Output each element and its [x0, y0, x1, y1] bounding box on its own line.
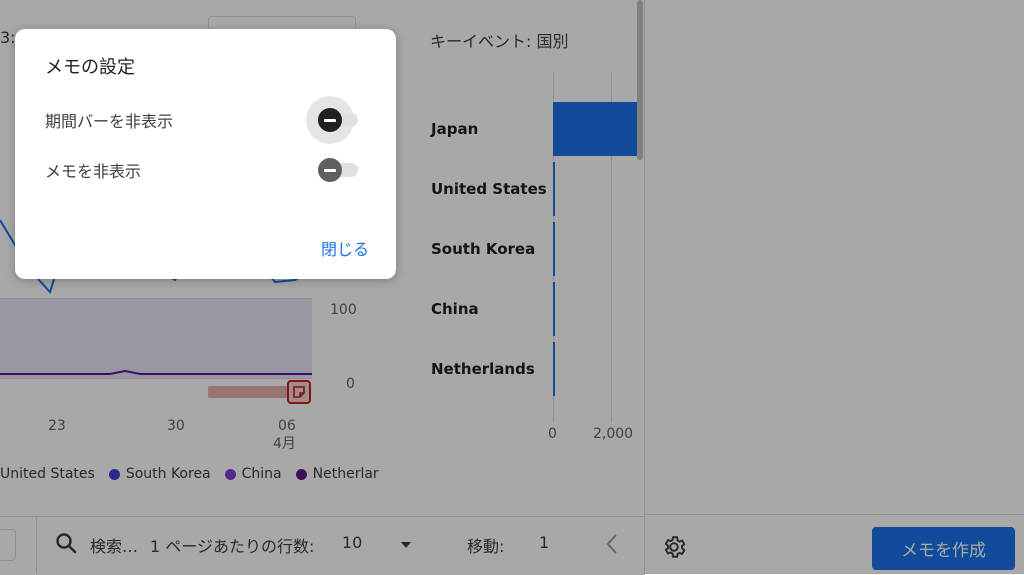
legend-label: South Korea	[125, 466, 211, 482]
country-label: South Korea	[431, 240, 536, 258]
legend-label: Netherlar	[312, 466, 379, 482]
legend-item[interactable]: South Korea	[108, 466, 211, 482]
period-bar[interactable]	[208, 386, 288, 398]
scrollbar-thumb[interactable]	[637, 0, 643, 160]
memo-side-panel	[645, 0, 1024, 514]
y-tick-label: 0	[346, 376, 355, 392]
legend-dot-icon	[295, 468, 307, 480]
country-label: China	[431, 300, 479, 318]
x-tick-label: 06	[278, 418, 296, 434]
gear-icon[interactable]	[661, 534, 687, 560]
chart-legend: United States South Korea China Netherla…	[0, 466, 379, 482]
bar-chart-title: キーイベント: 国別	[430, 32, 569, 51]
legend-item[interactable]: China	[224, 466, 282, 482]
x-tick-label: 30	[167, 418, 185, 434]
close-button[interactable]: 閉じる	[321, 236, 369, 260]
hide-memo-toggle[interactable]	[306, 146, 362, 194]
search-input[interactable]: 検索…	[90, 533, 138, 557]
legend-label: United States	[0, 466, 95, 482]
legend-dot-icon	[224, 468, 236, 480]
country-label: United States	[431, 180, 547, 198]
search-icon[interactable]	[54, 531, 78, 555]
create-memo-button[interactable]: メモを作成	[872, 527, 1015, 570]
rows-per-page-label: 1 ページあたりの行数:	[150, 537, 315, 556]
toggle-knob-icon	[318, 108, 342, 132]
legend-label: China	[241, 466, 282, 482]
table-footer: 検索… 1 ページあたりの行数: 10 移動: 1	[0, 516, 644, 573]
toggle-knob-icon	[318, 158, 342, 182]
series-line-other	[0, 369, 312, 375]
bar-south-korea[interactable]	[553, 222, 555, 276]
partial-input[interactable]	[0, 529, 16, 561]
memo-settings-dialog: メモの設定 期間バーを非表示 メモを非表示 閉じる	[15, 29, 396, 279]
legend-item[interactable]: Netherlar	[295, 466, 379, 482]
hide-period-bar-label: 期間バーを非表示	[45, 112, 174, 131]
country-label: Netherlands	[431, 360, 535, 378]
bar-x-tick-label: 2,000	[593, 426, 634, 442]
footer-divider	[36, 517, 37, 573]
hide-memo-label: メモを非表示	[45, 162, 142, 181]
x-tick-label: 23	[48, 418, 66, 434]
chevron-down-icon[interactable]	[400, 541, 412, 549]
bar-china[interactable]	[553, 282, 555, 336]
x-sub-tick-label: 4月	[273, 436, 296, 452]
legend-dot-icon	[108, 468, 120, 480]
chevron-left-icon[interactable]	[605, 533, 619, 555]
hide-period-bar-toggle[interactable]	[306, 96, 362, 144]
bar-x-tick-label: 0	[548, 426, 557, 442]
goto-value[interactable]: 1	[539, 533, 549, 552]
memo-marker-icon[interactable]	[287, 380, 311, 404]
bar-united-states[interactable]	[553, 162, 555, 216]
goto-label: 移動:	[467, 537, 505, 556]
bar-japan[interactable]	[553, 102, 637, 156]
bar-netherlands[interactable]	[553, 342, 555, 396]
dialog-title: メモの設定	[45, 57, 135, 78]
country-label: Japan	[431, 120, 479, 138]
y-tick-label: 100	[330, 302, 357, 318]
rows-per-page-value[interactable]: 10	[342, 533, 362, 552]
legend-item[interactable]: United States	[0, 466, 95, 482]
